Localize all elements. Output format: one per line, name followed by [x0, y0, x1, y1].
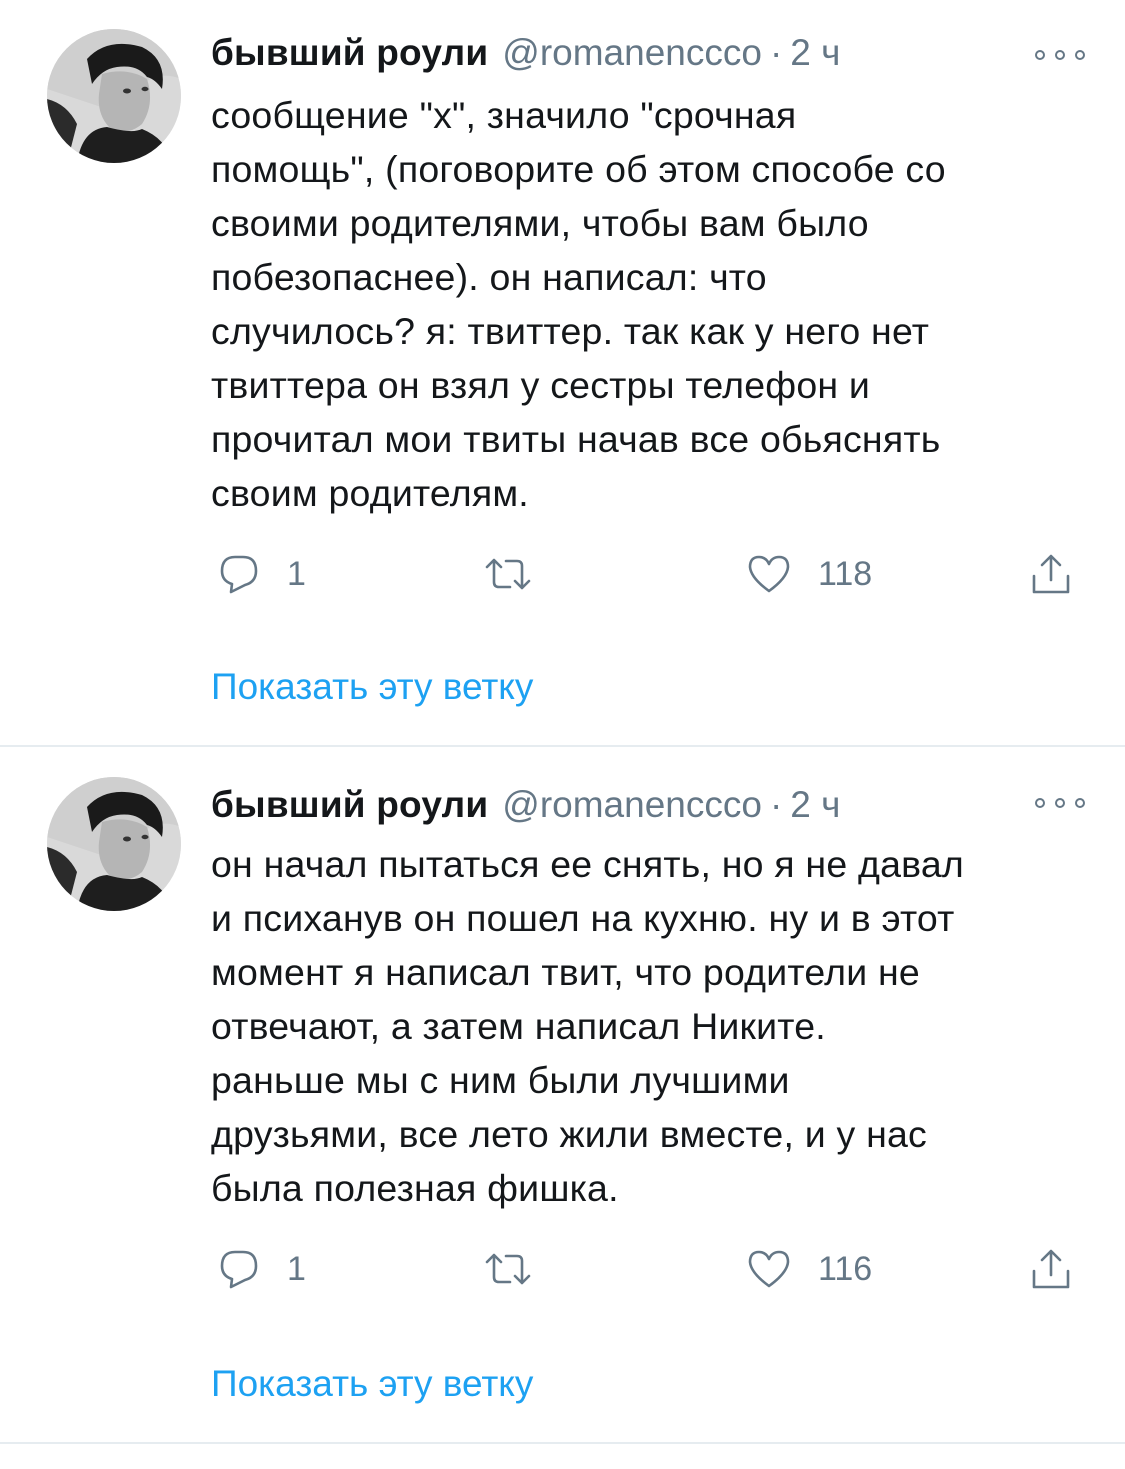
show-thread-link[interactable]: Показать эту ветку — [211, 666, 533, 708]
avatar-photo — [47, 777, 181, 911]
reply-button[interactable]: 1 — [217, 1241, 306, 1297]
display-name[interactable]: бывший роули — [211, 32, 488, 73]
tweet-text-line: и психанув он пошел на кухню. ну и в это… — [211, 897, 955, 939]
reply-count: 1 — [287, 1249, 306, 1288]
user-handle[interactable]: @romanenccco — [502, 32, 762, 73]
avatar-photo — [47, 29, 181, 163]
tweet-divider — [0, 1442, 1125, 1444]
retweet-icon — [485, 1253, 531, 1285]
retweet-button[interactable] — [483, 1241, 533, 1297]
more-options-icon[interactable] — [1035, 788, 1085, 818]
share-icon — [1032, 1249, 1070, 1289]
tweet-text: он начал пытаться ее снять, но я не дава… — [211, 837, 1091, 1215]
tweet-actions: 1 116 — [211, 1241, 1091, 1297]
tweet-text-line: сообщение "х", значило "срочная — [211, 94, 797, 136]
reply-icon — [220, 1250, 258, 1289]
tweet-text: сообщение "х", значило "срочная помощь",… — [211, 88, 1091, 520]
like-count: 116 — [818, 1249, 873, 1288]
display-name[interactable]: бывший роули — [211, 784, 488, 825]
heart-icon — [748, 1250, 790, 1288]
tweet-text-line: была полезная фишка. — [211, 1167, 619, 1209]
tweet-text-line: твиттера он взял у сестры телефон и — [211, 364, 871, 406]
reply-count: 1 — [287, 554, 306, 593]
tweet-text-line: своими родителями, чтобы вам было — [211, 202, 869, 244]
reply-icon — [220, 555, 258, 594]
separator-dot: · — [769, 32, 783, 73]
like-button[interactable]: 118 — [746, 546, 872, 602]
tweet-text-line: прочитал мои твиты начав все обьяснять — [211, 418, 941, 460]
like-button[interactable]: 116 — [746, 1241, 872, 1297]
share-button[interactable] — [1029, 1241, 1073, 1297]
tweet-text-line: помощь", (поговорите об этом способе со — [211, 148, 946, 190]
tweet-time[interactable]: 2 ч — [790, 784, 840, 825]
tweet-text-line: побезопаснее). он написал: что — [211, 256, 767, 298]
share-icon — [1032, 554, 1070, 594]
avatar[interactable] — [47, 777, 181, 911]
tweet-text-line: друзьями, все лето жили вместе, и у нас — [211, 1113, 927, 1155]
user-handle[interactable]: @romanenccco — [502, 784, 762, 825]
heart-icon — [748, 555, 790, 593]
separator-dot: · — [769, 784, 783, 825]
show-thread-link[interactable]: Показать эту ветку — [211, 1363, 533, 1405]
more-options-icon[interactable] — [1035, 40, 1085, 70]
tweet-header: бывший роули @romanenccco · 2 ч — [211, 29, 840, 77]
tweet[interactable]: бывший роули @romanenccco · 2 ч он начал пы… — [0, 748, 1125, 1448]
tweet-text-line: своим родителям. — [211, 472, 529, 514]
share-button[interactable] — [1029, 546, 1073, 602]
reply-button[interactable]: 1 — [217, 546, 306, 602]
tweet-text-line: раньше мы с ним были лучшими — [211, 1059, 790, 1101]
tweet-text-line: случилось? я: твиттер. так как у него не… — [211, 310, 930, 352]
tweet-text-line: отвечают, а затем написал Никите. — [211, 1005, 826, 1047]
tweet-header: бывший роули @romanenccco · 2 ч — [211, 781, 840, 829]
tweet-time[interactable]: 2 ч — [790, 32, 840, 73]
tweet-text-line: момент я написал твит, что родители не — [211, 951, 920, 993]
like-count: 118 — [818, 554, 873, 593]
tweet[interactable]: бывший роули @romanenccco · 2 ч сообщение "… — [0, 0, 1125, 748]
tweet-text-line: он начал пытаться ее снять, но я не дава… — [211, 843, 964, 885]
tweet-actions: 1 118 — [211, 546, 1091, 602]
tweet-divider — [0, 745, 1125, 747]
retweet-icon — [485, 558, 531, 590]
retweet-button[interactable] — [483, 546, 533, 602]
avatar[interactable] — [47, 29, 181, 163]
